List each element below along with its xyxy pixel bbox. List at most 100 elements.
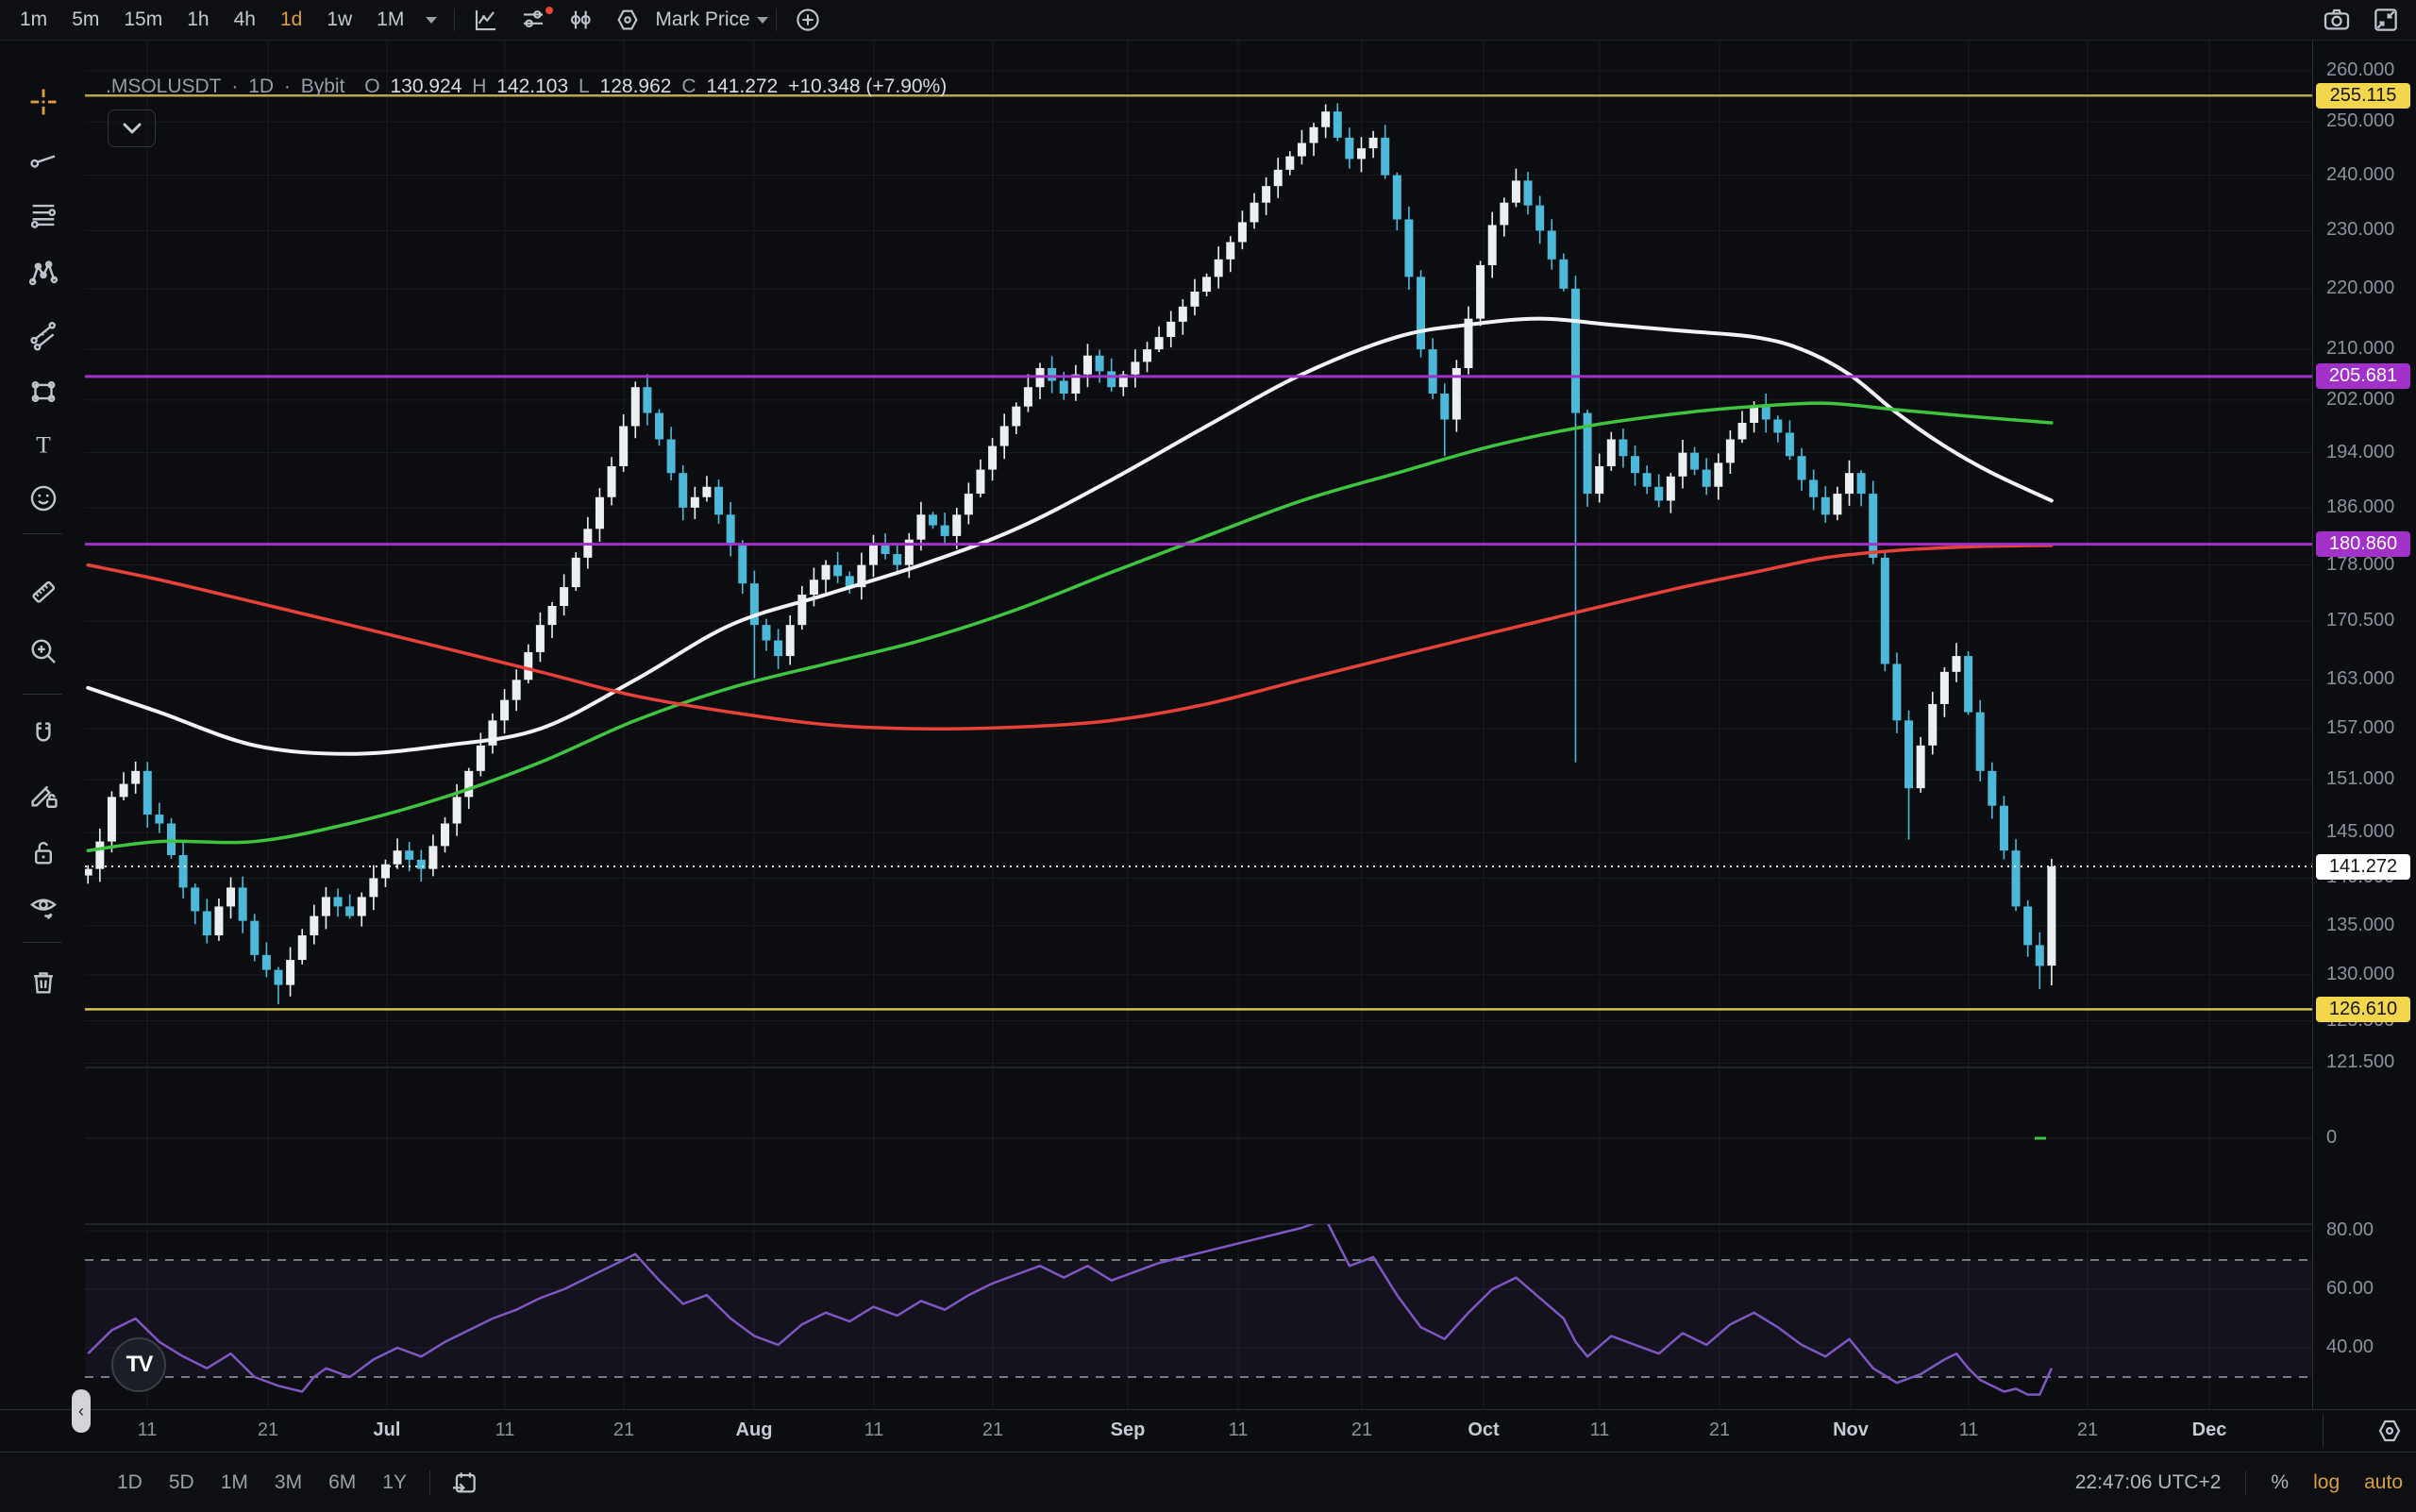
candle[interactable] <box>1285 157 1294 170</box>
price-axis-label[interactable]: 255.115 <box>2316 83 2410 109</box>
timeframe-button-1m[interactable]: 1m <box>8 0 59 40</box>
auto-scale-button[interactable]: auto <box>2364 1471 2403 1494</box>
tool-rectangle[interactable] <box>26 375 60 409</box>
candle[interactable] <box>358 897 366 916</box>
candle[interactable] <box>1334 111 1342 138</box>
candle[interactable] <box>774 641 782 657</box>
candle[interactable] <box>274 970 282 985</box>
candle[interactable] <box>1048 368 1056 380</box>
tool-magnet[interactable] <box>26 717 60 751</box>
candle[interactable] <box>1535 206 1544 231</box>
range-button-3M[interactable]: 3M <box>261 1453 315 1512</box>
candle[interactable] <box>631 387 640 426</box>
tool-lock-all[interactable] <box>26 835 60 869</box>
tool-crosshair[interactable] <box>26 85 60 119</box>
candle[interactable] <box>608 466 616 497</box>
goto-date-button[interactable] <box>440 1463 489 1503</box>
candle[interactable] <box>95 842 104 869</box>
candle[interactable] <box>345 906 354 916</box>
candle[interactable] <box>1083 356 1092 375</box>
candle[interactable] <box>1357 148 1366 159</box>
candle[interactable] <box>322 897 330 916</box>
main-chart[interactable] <box>0 0 2416 1512</box>
candle[interactable] <box>334 897 343 906</box>
candle[interactable] <box>84 869 92 876</box>
timeframe-button-15m[interactable]: 15m <box>111 0 175 40</box>
candle[interactable] <box>572 558 580 587</box>
candle[interactable] <box>822 565 830 580</box>
candle[interactable] <box>1952 656 1960 672</box>
candle[interactable] <box>1250 203 1259 223</box>
price-axis-label[interactable]: 205.681 <box>2316 363 2410 389</box>
candle[interactable] <box>1619 439 1627 456</box>
candle[interactable] <box>1393 176 1401 220</box>
candle[interactable] <box>1904 720 1913 788</box>
candle[interactable] <box>394 850 402 865</box>
candle[interactable] <box>214 906 223 935</box>
candle[interactable] <box>762 625 770 640</box>
candle[interactable] <box>1500 203 1508 226</box>
candle[interactable] <box>120 784 128 798</box>
candle[interactable] <box>1786 432 1794 456</box>
candle[interactable] <box>131 771 140 784</box>
candle[interactable] <box>417 860 426 869</box>
hexagon-dot-button[interactable] <box>604 0 651 40</box>
candle[interactable] <box>1976 713 1985 771</box>
candle[interactable] <box>643 387 651 412</box>
candle[interactable] <box>2047 866 2055 966</box>
candle[interactable] <box>655 413 663 440</box>
candle[interactable] <box>405 850 413 860</box>
tool-hide-drawings[interactable] <box>26 889 60 923</box>
candle[interactable] <box>1238 222 1247 242</box>
candle[interactable] <box>1559 260 1568 289</box>
candle[interactable] <box>1881 558 1889 664</box>
candle[interactable] <box>512 680 521 699</box>
candle[interactable] <box>548 606 557 625</box>
candle[interactable] <box>262 955 271 970</box>
scroll-left-handle[interactable]: ‹ <box>72 1389 91 1433</box>
timeframe-button-1w[interactable]: 1w <box>314 0 364 40</box>
candle[interactable] <box>1404 219 1413 277</box>
candle[interactable] <box>1215 260 1223 277</box>
candle[interactable] <box>298 935 307 960</box>
ma-slow-red[interactable] <box>88 546 2052 729</box>
candle[interactable] <box>1369 138 1378 148</box>
price-axis-label[interactable]: 180.860 <box>2316 531 2410 557</box>
candle[interactable] <box>286 960 294 985</box>
candle[interactable] <box>1643 473 1652 487</box>
candle[interactable] <box>1262 186 1270 203</box>
timeframe-button-1M[interactable]: 1M <box>364 0 416 40</box>
candle[interactable] <box>667 439 676 473</box>
range-button-1Y[interactable]: 1Y <box>369 1453 420 1512</box>
candle[interactable] <box>833 565 842 577</box>
tool-xabcd-pattern[interactable] <box>26 257 60 291</box>
tool-emoji[interactable] <box>26 481 60 515</box>
candle[interactable] <box>1667 477 1675 501</box>
range-button-1M[interactable]: 1M <box>208 1453 261 1512</box>
candle[interactable] <box>1857 473 1866 494</box>
candle[interactable] <box>727 514 735 543</box>
indicators-button[interactable] <box>510 0 557 40</box>
timeframe-menu-button[interactable] <box>416 0 446 40</box>
candle[interactable] <box>738 544 747 584</box>
candle[interactable] <box>1000 426 1009 445</box>
candle[interactable] <box>2036 945 2044 966</box>
candle[interactable] <box>893 554 901 565</box>
candle[interactable] <box>143 771 152 815</box>
candle[interactable] <box>1524 180 1533 205</box>
compare-button[interactable] <box>557 0 604 40</box>
candle[interactable] <box>1440 394 1449 420</box>
candle[interactable] <box>2023 906 2032 945</box>
candle[interactable] <box>965 494 973 514</box>
candle[interactable] <box>1155 337 1164 349</box>
candle[interactable] <box>108 797 116 841</box>
axis-settings-hexagon-icon[interactable] <box>2374 1416 2405 1451</box>
candle[interactable] <box>1321 111 1330 127</box>
candle[interactable] <box>941 526 949 536</box>
candle[interactable] <box>1024 387 1032 406</box>
candle[interactable] <box>2000 806 2008 850</box>
range-button-6M[interactable]: 6M <box>315 1453 369 1512</box>
clock[interactable]: 22:47:06 UTC+2 <box>2075 1471 2222 1494</box>
candle[interactable] <box>1892 664 1901 720</box>
candle[interactable] <box>1607 439 1616 465</box>
